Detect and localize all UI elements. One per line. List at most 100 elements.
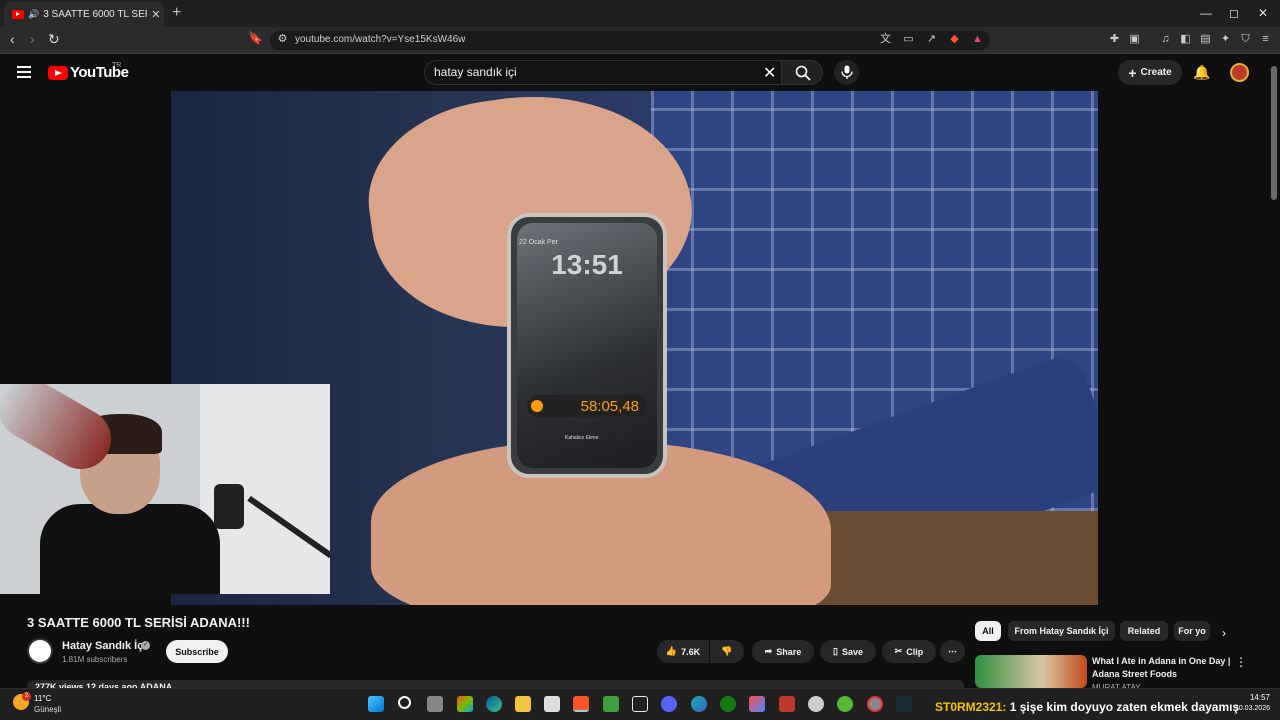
channel-name[interactable]: Hatay Sandık İçi [62, 640, 146, 652]
channel-avatar[interactable] [27, 638, 53, 664]
clock-time[interactable]: 14:57 [1234, 693, 1270, 702]
recommended-thumbnail[interactable] [975, 655, 1087, 688]
search-button[interactable] [781, 60, 823, 85]
browser-tab-youtube[interactable]: 🔊 3 SAATTE 6000 TL SERİSİ ADANA!!! - You… [4, 2, 164, 27]
video-phone: 22 Ocak Per 13:51 58:05,48 Kahalsız Ekme [507, 213, 667, 478]
clear-search-icon[interactable]: ✕ [763, 63, 776, 83]
save-button[interactable]: ▯ Save [820, 640, 876, 663]
chevron-right-icon[interactable]: › [1222, 626, 1226, 640]
search-icon [795, 65, 811, 81]
bookmark-save-icon: ▯ [833, 646, 838, 656]
extensions-icon[interactable]: ✚ [1108, 33, 1121, 46]
brave-icon[interactable] [573, 696, 589, 712]
like-count: 7.6K [681, 646, 701, 657]
more-actions-button[interactable]: ⋯ [940, 640, 965, 663]
share-button[interactable]: ➦ Share [752, 640, 814, 663]
clock-date[interactable]: 10.03.2026 [1227, 705, 1270, 712]
epic-games-icon[interactable] [632, 696, 648, 712]
site-info-icon[interactable]: ⚙ [276, 33, 289, 46]
back-icon[interactable]: ‹ [10, 31, 15, 47]
hamburger-menu-icon[interactable] [17, 66, 31, 78]
account-avatar[interactable] [1230, 63, 1249, 82]
minimize-button[interactable]: — [1200, 6, 1212, 20]
start-menu-icon[interactable] [368, 696, 384, 712]
search-query[interactable]: hatay sandık içi [434, 65, 517, 79]
recommended-menu-icon[interactable]: ⋮ [1235, 655, 1247, 669]
weather-condition[interactable]: Güneşli [34, 705, 61, 714]
cast-icon[interactable]: ▭ [902, 33, 915, 46]
brave-shield-icon[interactable]: ◆ [948, 33, 961, 46]
browser-tab-bar [0, 0, 1280, 27]
wallet-icon[interactable]: ▤ [1199, 33, 1212, 46]
chat-username: ST0RM2321: [935, 700, 1007, 714]
scissors-icon: ✂ [894, 646, 903, 656]
media-icon[interactable]: ♫ [1159, 33, 1172, 46]
bookmark-icon[interactable]: 🔖 [248, 31, 263, 45]
task-view-icon[interactable] [427, 696, 443, 712]
reload-icon[interactable]: ↻ [48, 31, 60, 48]
globe-app-icon[interactable] [691, 696, 707, 712]
phone-screen: 22 Ocak Per 13:51 58:05,48 Kahalsız Ekme [517, 223, 657, 468]
thumbs-up-icon: 👍 [665, 646, 678, 656]
dislike-button[interactable]: 👎 [710, 640, 744, 663]
close-window-button[interactable]: ✕ [1258, 6, 1268, 20]
recommended-title[interactable]: What I Ate in Adana in One Day | Adana S… [1092, 655, 1232, 681]
xbox-icon[interactable] [720, 696, 736, 712]
vpn-icon[interactable]: ⛉ [1239, 33, 1252, 46]
phone-label: Kahalsız Ekme [565, 435, 599, 441]
url-text[interactable]: youtube.com/watch?v=Yse15KsW46w [295, 34, 465, 45]
forward-icon[interactable]: › [30, 31, 35, 47]
create-button[interactable]: + Create [1118, 60, 1182, 85]
sidebar-icon[interactable]: ◧ [1179, 33, 1192, 46]
speaker-icon[interactable]: 🔊 [28, 9, 39, 20]
chip-from-channel[interactable]: From Hatay Sandık İçi [1008, 621, 1115, 641]
brave-rewards-icon[interactable]: ▲ [971, 33, 984, 46]
video-title: 3 SAATTE 6000 TL SERİSİ ADANA!!! [27, 615, 250, 630]
menu-icon[interactable]: ≡ [1259, 33, 1272, 46]
page-scrollbar[interactable] [1271, 66, 1277, 200]
chip-related[interactable]: Related [1120, 621, 1168, 641]
razer-icon[interactable] [837, 696, 853, 712]
like-button[interactable]: 👍 7.6K [657, 640, 709, 663]
save-label: Save [841, 646, 863, 657]
pause-icon [531, 400, 543, 412]
create-label: Create [1140, 67, 1172, 78]
country-code: TR [112, 62, 122, 69]
new-tab-button[interactable]: + [172, 4, 181, 22]
notifications-bell-icon[interactable]: 🔔 [1193, 64, 1210, 81]
leo-ai-icon[interactable]: ✦ [1219, 33, 1232, 46]
translate-icon[interactable]: 文 [879, 33, 892, 46]
weather-temperature[interactable]: 11°C [34, 694, 51, 703]
chip-all[interactable]: All [975, 621, 1001, 641]
share-page-icon[interactable]: ↗ [925, 33, 938, 46]
webcam-microphone [214, 484, 244, 529]
search-taskbar-icon[interactable] [398, 696, 411, 709]
clip-label: Clip [906, 646, 924, 657]
discord-icon[interactable] [661, 696, 677, 712]
app-icon-record[interactable] [867, 696, 883, 712]
minecraft-icon[interactable] [603, 696, 619, 712]
chip-for-you[interactable]: For yo [1174, 621, 1210, 641]
screenshot-icon[interactable]: ▣ [1128, 33, 1141, 46]
subscriber-count: 1.81M subscribers [62, 655, 128, 664]
voice-search-button[interactable] [834, 60, 859, 85]
file-explorer-icon[interactable] [515, 696, 531, 712]
clip-button[interactable]: ✂ Clip [882, 640, 936, 663]
phone-clock: 13:51 [551, 249, 623, 280]
webcam-overlay [0, 384, 330, 594]
steam-icon[interactable] [896, 696, 912, 712]
weather-badge: 2 [22, 692, 31, 701]
tab-close-icon[interactable]: ✕ [151, 8, 160, 21]
tab-title: 3 SAATTE 6000 TL SERİSİ ADANA!!! - YouTu… [43, 9, 147, 20]
gpu-app-icon[interactable] [808, 696, 824, 712]
media-app-icon[interactable] [779, 696, 795, 712]
thumbs-down-icon: 👎 [721, 646, 733, 656]
youtube-logo-icon[interactable] [48, 66, 68, 80]
maximize-button[interactable]: ◻ [1229, 6, 1239, 20]
store-icon[interactable] [544, 696, 560, 712]
phone-date: 22 Ocak Per [519, 239, 558, 246]
m365-icon[interactable] [749, 696, 765, 712]
edge-icon[interactable] [486, 696, 502, 712]
copilot-icon[interactable] [457, 696, 473, 712]
subscribe-button[interactable]: Subscribe [166, 640, 228, 663]
